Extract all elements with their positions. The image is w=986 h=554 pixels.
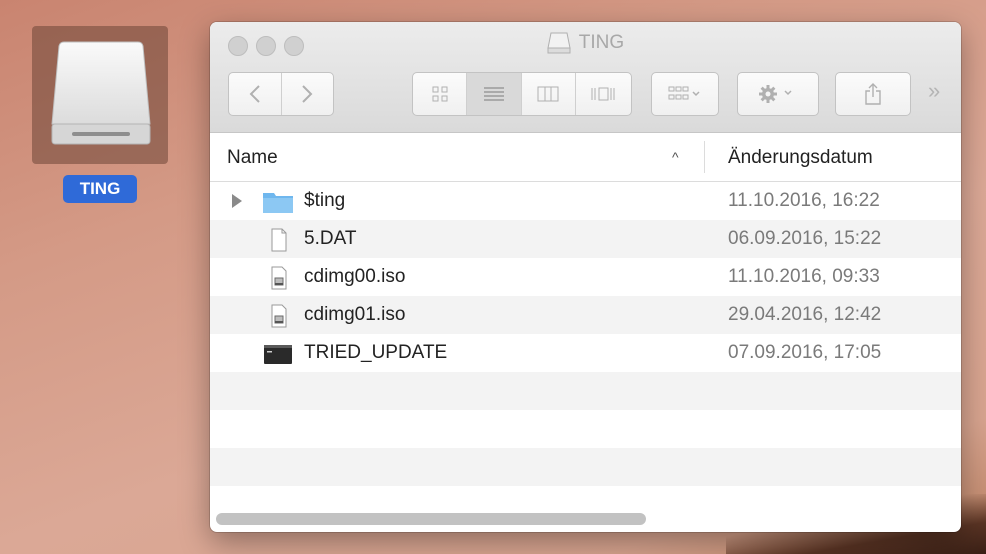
arrange-icon [668,86,700,100]
file-list: $ting 11.10.2016, 16:22 5.DAT 06.09.2016… [210,182,961,524]
share-group [835,72,911,116]
file-name: TRIED_UPDATE [304,342,448,363]
terminal-icon [264,345,292,364]
file-name: 5.DAT [304,228,357,249]
grid-icon [432,86,448,102]
date-column-header[interactable]: Änderungsdatum [728,147,873,169]
file-row[interactable]: cdimg00.iso 11.10.2016, 09:33 [210,258,961,296]
file-name: cdimg01.iso [304,304,406,325]
arrange-button[interactable] [652,73,718,115]
window-title: TING [210,32,961,54]
drive-label[interactable]: TING [63,175,137,203]
external-drive-icon [51,41,151,145]
icon-view-button[interactable] [413,73,468,115]
cover-flow-button[interactable] [576,73,631,115]
toolbar-overflow-button[interactable]: » [928,78,940,104]
share-icon [865,83,881,105]
finder-window: TING » Name ^ Änderungsdatum $ting 11.10… [210,22,961,532]
file-date: 07.09.2016, 17:05 [728,342,882,363]
file-name: $ting [304,190,346,211]
back-button[interactable] [229,73,282,115]
view-switcher [412,72,632,116]
empty-row [210,448,961,486]
file-row[interactable]: $ting 11.10.2016, 16:22 [210,182,961,220]
share-button[interactable] [836,73,910,115]
window-title-text: TING [578,32,625,54]
empty-row [210,410,961,448]
forward-button[interactable] [282,73,334,115]
arrange-menu [651,72,719,116]
file-date: 11.10.2016, 09:33 [728,266,880,287]
disk-image-icon [271,304,287,328]
columns-icon [537,86,559,102]
title-bar: TING » [210,22,961,133]
chevron-right-icon [302,85,313,103]
chevron-left-icon [249,85,260,103]
horizontal-scrollbar[interactable] [216,513,646,525]
column-divider[interactable] [704,141,705,173]
list-view-button[interactable] [467,73,522,115]
disk-image-icon [271,266,287,290]
file-name: cdimg00.iso [304,266,406,287]
action-menu [737,72,819,116]
file-date: 06.09.2016, 15:22 [728,228,882,249]
cover-flow-icon [591,87,615,101]
document-icon [271,228,287,252]
file-row[interactable]: TRIED_UPDATE 07.09.2016, 17:05 [210,334,961,372]
sort-ascending-icon: ^ [672,149,679,165]
list-header: Name ^ Änderungsdatum [210,133,961,182]
file-row[interactable]: 5.DAT 06.09.2016, 15:22 [210,220,961,258]
file-date: 29.04.2016, 12:42 [728,304,882,325]
column-view-button[interactable] [522,73,576,115]
desktop-drive-item[interactable] [32,26,168,164]
action-button[interactable] [738,73,818,115]
gear-icon [759,85,792,103]
file-row[interactable]: cdimg01.iso 29.04.2016, 12:42 [210,296,961,334]
name-column-header[interactable]: Name [227,147,278,169]
disclosure-triangle-icon[interactable] [232,194,242,208]
nav-group [228,72,334,116]
drive-title-icon [547,32,571,54]
empty-row [210,372,961,410]
file-date: 11.10.2016, 16:22 [728,190,880,211]
folder-icon [263,193,293,213]
list-icon [483,87,504,101]
